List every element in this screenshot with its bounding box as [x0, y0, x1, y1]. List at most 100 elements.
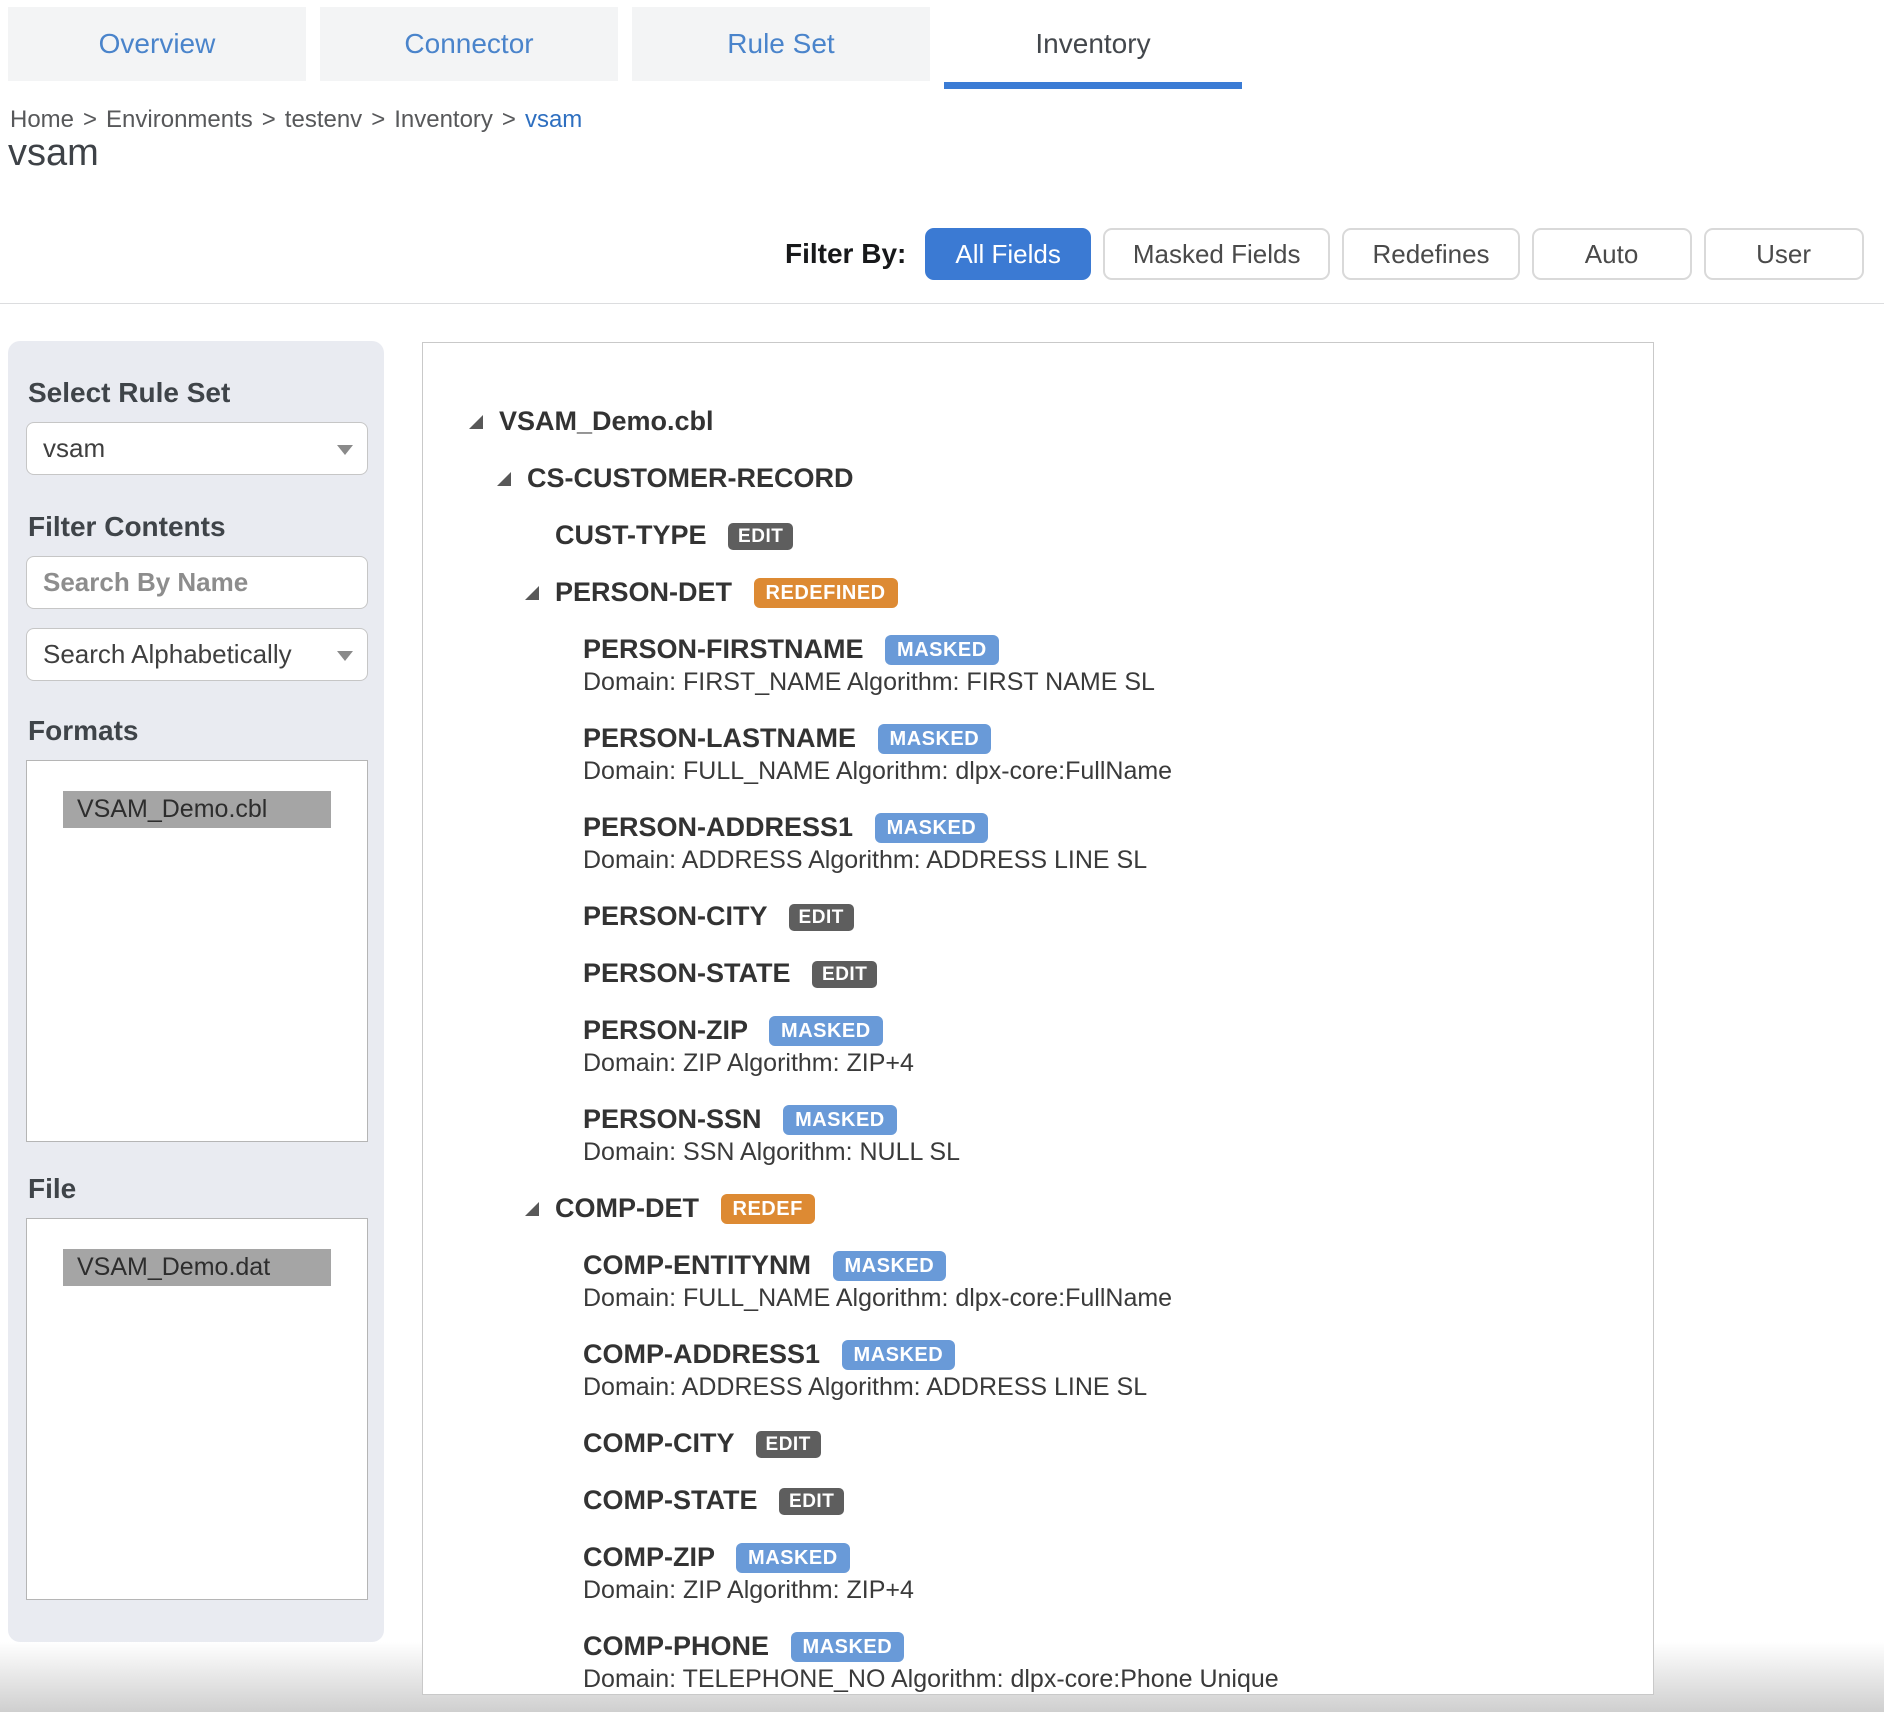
breadcrumb-separator: > [371, 106, 385, 133]
tree-node-label: CS-CUSTOMER-RECORD [527, 463, 854, 493]
tree-row[interactable]: PERSON-CITY EDIT [423, 900, 1653, 932]
tree-node-label: PERSON-CITY [583, 901, 767, 931]
collapse-triangle-icon[interactable] [469, 415, 483, 429]
rule-set-select-value: vsam [43, 433, 105, 464]
tree-node-label: PERSON-ADDRESS1 [583, 812, 853, 842]
tree-row[interactable]: COMP-DET REDEF [423, 1192, 1653, 1224]
file-label: File [28, 1174, 368, 1204]
file-list-item-selected[interactable]: VSAM_Demo.dat [63, 1249, 331, 1286]
tree-row[interactable]: COMP-STATE EDIT [423, 1484, 1653, 1516]
tree-node-details: Domain: SSN Algorithm: NULL SL [583, 1137, 1653, 1167]
tab-rule-set[interactable]: Rule Set [632, 7, 930, 81]
tree-node-label: PERSON-LASTNAME [583, 723, 856, 753]
tree-row[interactable]: COMP-CITY EDIT [423, 1427, 1653, 1459]
tree-node-details: Domain: ADDRESS Algorithm: ADDRESS LINE … [583, 1372, 1653, 1402]
status-badge[interactable]: EDIT [779, 1488, 844, 1515]
breadcrumb: Home>Environments>testenv>Inventory>vsam [10, 106, 582, 134]
tree-row[interactable]: PERSON-ADDRESS1 MASKED Domain: ADDRESS A… [423, 811, 1653, 875]
tree-row[interactable]: PERSON-SSN MASKED Domain: SSN Algorithm:… [423, 1103, 1653, 1167]
select-rule-set-label: Select Rule Set [28, 378, 368, 408]
status-badge[interactable]: MASKED [769, 1016, 883, 1046]
tree-row[interactable]: COMP-ADDRESS1 MASKED Domain: ADDRESS Alg… [423, 1338, 1653, 1402]
tree-row[interactable]: COMP-PHONE MASKED Domain: TELEPHONE_NO A… [423, 1630, 1653, 1694]
status-badge[interactable]: EDIT [728, 523, 793, 550]
sort-select[interactable]: Search Alphabetically [26, 628, 368, 681]
format-list-item-selected[interactable]: VSAM_Demo.cbl [63, 791, 331, 828]
filter-button-user[interactable]: User [1704, 228, 1864, 280]
status-badge[interactable]: MASKED [791, 1632, 905, 1662]
tree-node-details: Domain: FULL_NAME Algorithm: dlpx-core:F… [583, 1283, 1653, 1313]
tree-row[interactable]: CUST-TYPE EDIT [423, 519, 1653, 551]
tree-node-label: PERSON-ZIP [583, 1015, 748, 1045]
tree-row[interactable]: PERSON-LASTNAME MASKED Domain: FULL_NAME… [423, 722, 1653, 786]
status-badge[interactable]: REDEF [721, 1194, 815, 1224]
tree-node-label: COMP-DET [555, 1193, 699, 1223]
filter-contents-label: Filter Contents [28, 512, 368, 542]
tree-node-label: COMP-ZIP [583, 1542, 715, 1572]
status-badge[interactable]: EDIT [756, 1431, 821, 1458]
tree-row[interactable]: PERSON-FIRSTNAME MASKED Domain: FIRST_NA… [423, 633, 1653, 697]
status-badge[interactable]: MASKED [842, 1340, 956, 1370]
status-badge[interactable]: MASKED [875, 813, 989, 843]
tree-node-label: PERSON-DET [555, 577, 732, 607]
collapse-triangle-icon[interactable] [525, 1202, 539, 1216]
tree-row[interactable]: PERSON-DET REDEFINED [423, 576, 1653, 608]
collapse-triangle-icon[interactable] [497, 472, 511, 486]
status-badge[interactable]: MASKED [885, 635, 999, 665]
status-badge[interactable]: MASKED [736, 1543, 850, 1573]
filter-bar: Filter By: All Fields Masked Fields Rede… [785, 228, 1864, 280]
header-divider [0, 303, 1884, 304]
tree-node-label: VSAM_Demo.cbl [499, 406, 714, 436]
tree-row[interactable]: VSAM_Demo.cbl [423, 405, 1653, 437]
tree-node-label: COMP-ENTITYNM [583, 1250, 811, 1280]
status-badge[interactable]: REDEFINED [754, 578, 898, 608]
tab-connector[interactable]: Connector [320, 7, 618, 81]
tab-overview[interactable]: Overview [8, 7, 306, 81]
sort-select-value: Search Alphabetically [43, 639, 292, 670]
breadcrumb-item[interactable]: Inventory [394, 106, 493, 133]
tree-node-details: Domain: ZIP Algorithm: ZIP+4 [583, 1575, 1653, 1605]
status-badge[interactable]: MASKED [833, 1251, 947, 1281]
formats-label: Formats [28, 716, 368, 746]
filter-button-auto[interactable]: Auto [1532, 228, 1692, 280]
breadcrumb-separator: > [83, 106, 97, 133]
tree-row[interactable]: CS-CUSTOMER-RECORD [423, 462, 1653, 494]
file-list: VSAM_Demo.dat [26, 1218, 368, 1600]
tree-row[interactable]: PERSON-ZIP MASKED Domain: ZIP Algorithm:… [423, 1014, 1653, 1078]
rule-set-select[interactable]: vsam [26, 422, 368, 475]
tree-node-details: Domain: FIRST_NAME Algorithm: FIRST NAME… [583, 667, 1653, 697]
formats-list: VSAM_Demo.cbl [26, 760, 368, 1142]
filter-button-masked-fields[interactable]: Masked Fields [1103, 228, 1331, 280]
tree-node-label: PERSON-FIRSTNAME [583, 634, 864, 664]
tree-node-details: Domain: ADDRESS Algorithm: ADDRESS LINE … [583, 845, 1653, 875]
breadcrumb-item[interactable]: Home [10, 106, 74, 133]
collapse-triangle-icon[interactable] [525, 586, 539, 600]
breadcrumb-separator: > [262, 106, 276, 133]
breadcrumb-item[interactable]: Environments [106, 106, 253, 133]
search-by-name-input[interactable] [26, 556, 368, 609]
filter-by-label: Filter By: [785, 238, 906, 270]
tab-inventory[interactable]: Inventory [944, 7, 1242, 81]
tree-node-details: Domain: FULL_NAME Algorithm: dlpx-core:F… [583, 756, 1653, 786]
status-badge[interactable]: MASKED [878, 724, 992, 754]
filter-button-all-fields[interactable]: All Fields [925, 228, 1090, 280]
chevron-down-icon [337, 445, 353, 455]
breadcrumb-item[interactable]: vsam [525, 106, 582, 133]
tree-row[interactable]: PERSON-STATE EDIT [423, 957, 1653, 989]
tree-row[interactable]: COMP-ENTITYNM MASKED Domain: FULL_NAME A… [423, 1249, 1653, 1313]
tree-node-label: COMP-PHONE [583, 1631, 769, 1661]
tree-node-label: PERSON-SSN [583, 1104, 762, 1134]
tree-node-label: CUST-TYPE [555, 520, 707, 550]
filter-button-redefines[interactable]: Redefines [1342, 228, 1519, 280]
inventory-tree: VSAM_Demo.cbl CS-CUSTOMER-RECORD CUST-TY… [422, 342, 1654, 1695]
breadcrumb-item[interactable]: testenv [285, 106, 362, 133]
tab-bar: Overview Connector Rule Set Inventory [8, 7, 1242, 81]
tree-node-label: COMP-STATE [583, 1485, 758, 1515]
status-badge[interactable]: EDIT [789, 904, 854, 931]
tree-node-details: Domain: ZIP Algorithm: ZIP+4 [583, 1048, 1653, 1078]
status-badge[interactable]: MASKED [783, 1105, 897, 1135]
tree-row[interactable]: COMP-ZIP MASKED Domain: ZIP Algorithm: Z… [423, 1541, 1653, 1605]
status-badge[interactable]: EDIT [812, 961, 877, 988]
tree-node-details: Domain: TELEPHONE_NO Algorithm: dlpx-cor… [583, 1664, 1653, 1694]
tree-node-label: COMP-ADDRESS1 [583, 1339, 820, 1369]
